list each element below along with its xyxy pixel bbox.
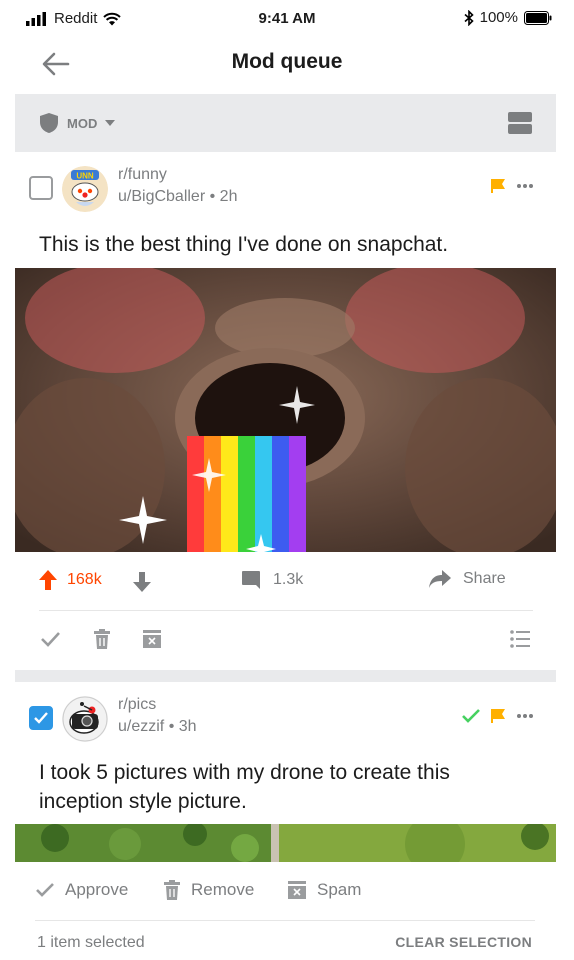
list-menu-icon[interactable] [509, 628, 531, 650]
subreddit-avatar[interactable]: UNN [62, 166, 108, 212]
clear-selection-button[interactable]: CLEAR SELECTION [395, 934, 532, 950]
upvote-count: 168k [67, 571, 102, 588]
mod-filter-bar: MOD [15, 94, 556, 152]
snoo-pics-icon [62, 696, 108, 742]
comment-icon [242, 571, 260, 589]
post-select-checkbox[interactable] [29, 706, 53, 730]
selection-footer: 1 item selected CLEAR SELECTION [15, 924, 556, 960]
caret-down-icon [105, 120, 116, 126]
post-age: 3h [178, 718, 197, 735]
drone-photo-image [15, 824, 556, 862]
card-view-icon[interactable] [508, 111, 532, 135]
comments-button[interactable]: 1.3k [241, 570, 303, 590]
share-icon [429, 570, 451, 588]
meta-separator: • [209, 188, 216, 205]
checkmark-icon [34, 712, 48, 724]
share-label: Share [463, 570, 506, 587]
shield-icon [40, 113, 58, 133]
app-header: Mod queue [0, 38, 574, 92]
svg-text:UNN: UNN [76, 172, 94, 181]
status-bar: Reddit 9:41 AM 100% [0, 0, 574, 38]
bulk-actions: Approve Remove Spam [15, 864, 556, 918]
selected-count: 1 item selected [37, 934, 145, 951]
snapchat-rainbow-image [15, 268, 556, 552]
mod-dropdown[interactable]: MOD [39, 112, 116, 134]
approve-check-icon[interactable] [39, 628, 61, 650]
remove-button[interactable]: Remove [163, 880, 254, 900]
spam-icon[interactable] [141, 628, 163, 650]
downvote-arrow-icon [133, 572, 151, 592]
subreddit-name[interactable]: r/pics [118, 696, 156, 714]
post-age: 2h [219, 188, 238, 205]
approve-button[interactable]: Approve [35, 880, 128, 900]
spam-button[interactable]: Spam [287, 880, 361, 900]
upvote-arrow-icon [39, 570, 57, 590]
bluetooth-icon [464, 9, 474, 26]
meta-separator: • [168, 718, 175, 735]
downvote-button[interactable] [133, 572, 151, 597]
approve-check-icon [36, 883, 54, 897]
snoo-funny-icon: UNN [62, 166, 108, 212]
battery-icon [524, 10, 552, 25]
post-select-checkbox[interactable] [29, 176, 53, 200]
vote-row: 168k 1.3k Share [15, 562, 556, 602]
divider [39, 610, 533, 611]
status-right: 100% [464, 9, 552, 26]
divider [35, 920, 535, 921]
share-button[interactable]: Share [429, 570, 506, 588]
subreddit-name[interactable]: r/funny [118, 166, 167, 184]
mod-actions-row [15, 622, 556, 658]
selection-toolbar: Approve Remove Spam 1 item selected CLEA… [15, 864, 556, 960]
remove-trash-icon[interactable] [91, 628, 113, 650]
upvote-button[interactable]: 168k [39, 570, 102, 590]
remove-label: Remove [191, 880, 255, 899]
more-options-icon[interactable] [516, 183, 534, 189]
approved-check-icon [462, 709, 480, 723]
flag-icon[interactable] [490, 178, 506, 194]
post-author[interactable]: u/BigCballer [118, 188, 205, 205]
mod-dropdown-label: MOD [67, 115, 98, 131]
more-options-icon[interactable] [516, 713, 534, 719]
post-meta: u/ezzif • 3h [118, 718, 197, 736]
battery-percent: 100% [479, 9, 518, 26]
spam-icon [288, 881, 306, 899]
post-card: UNN r/funny u/BigCballer • 2h This is th… [15, 152, 556, 670]
post-separator [15, 670, 556, 682]
post-image[interactable] [15, 824, 556, 862]
spam-label: Spam [317, 880, 362, 899]
post-meta: u/BigCballer • 2h [118, 188, 237, 206]
post-top-actions [490, 178, 534, 194]
approve-label: Approve [65, 880, 129, 899]
post-image[interactable] [15, 268, 556, 552]
post-author[interactable]: u/ezzif [118, 718, 164, 735]
flag-icon[interactable] [490, 708, 506, 724]
subreddit-avatar[interactable] [62, 696, 108, 742]
page-title: Mod queue [231, 50, 343, 73]
post-top-actions [462, 708, 534, 724]
post-title[interactable]: This is the best thing I've done on snap… [39, 230, 539, 259]
post-title[interactable]: I took 5 pictures with my drone to creat… [39, 758, 539, 816]
remove-trash-icon [164, 880, 180, 900]
comment-count: 1.3k [273, 571, 304, 588]
